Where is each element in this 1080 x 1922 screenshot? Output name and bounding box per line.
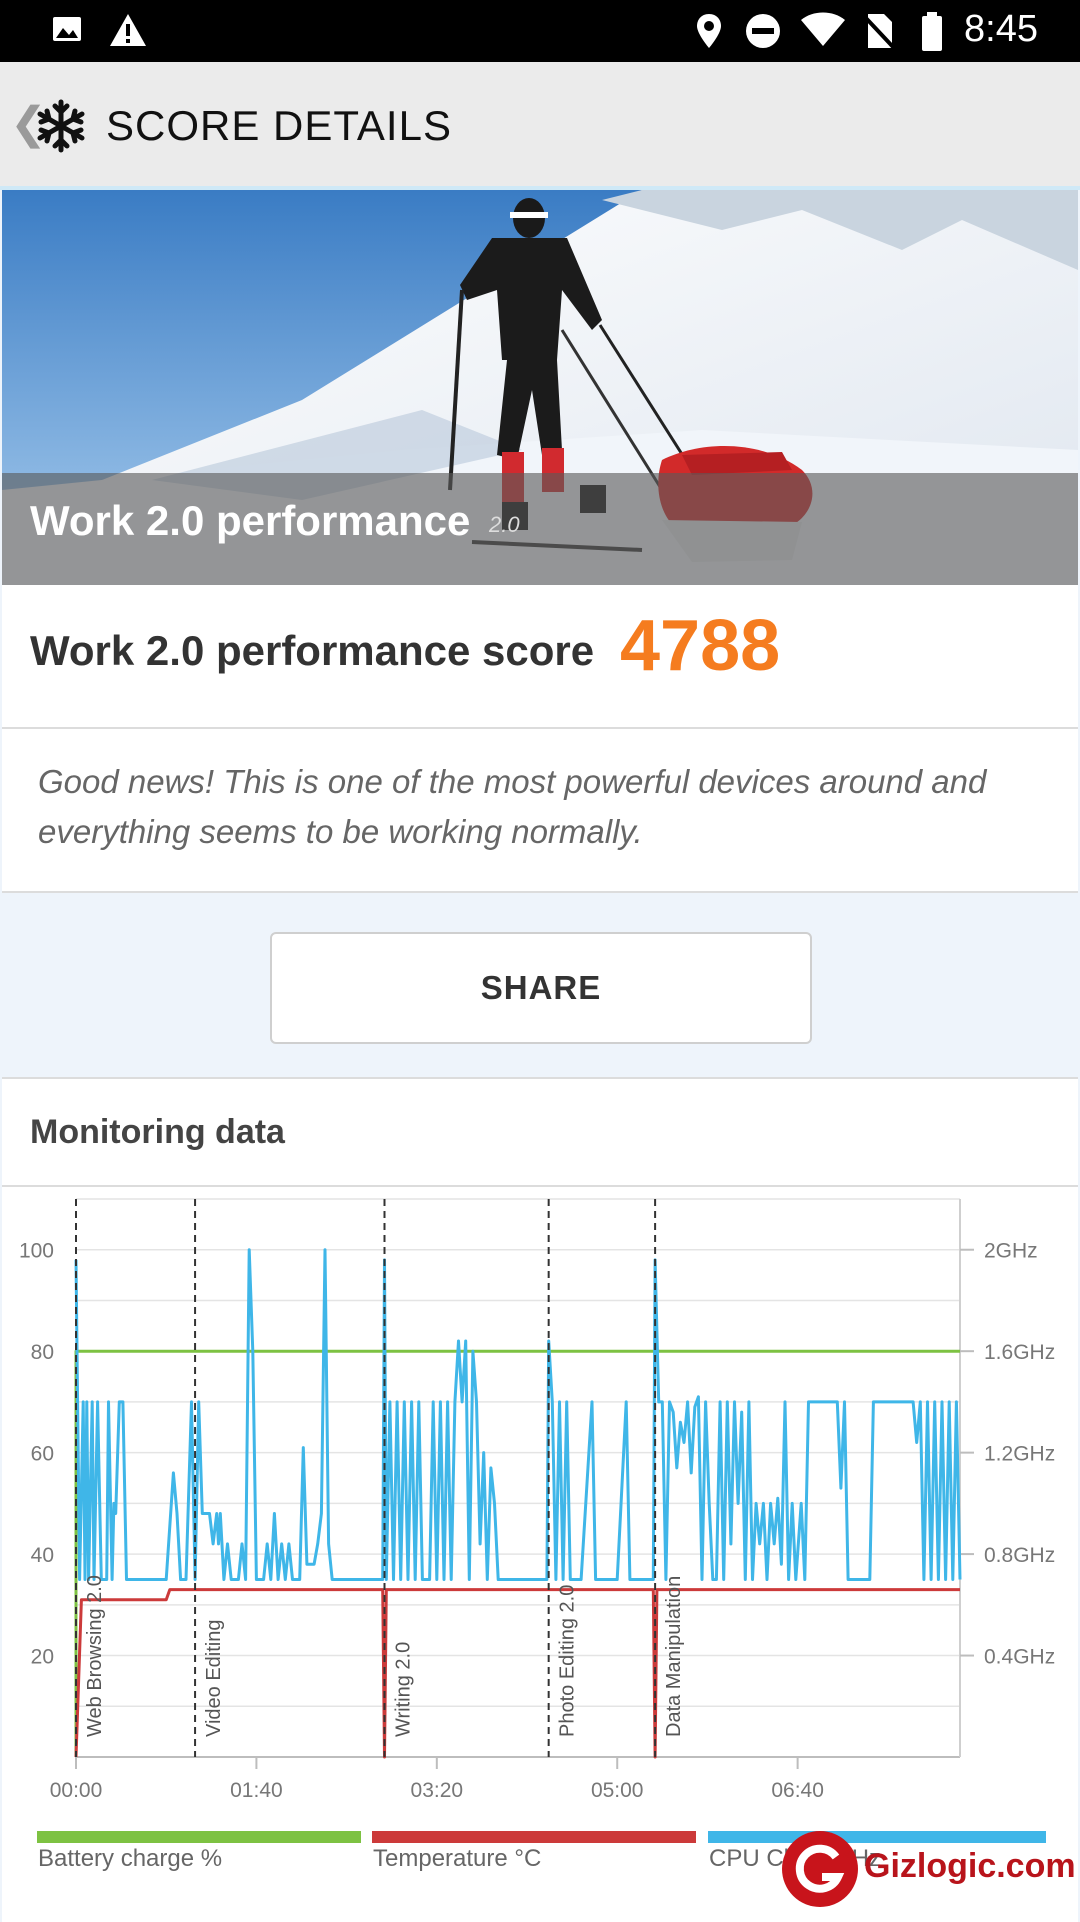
phase-marker-label: Video Editing xyxy=(203,1620,225,1738)
x-tick-label: 03:20 xyxy=(411,1779,464,1802)
legend-battery-swatch xyxy=(37,1831,361,1843)
share-button[interactable]: SHARE xyxy=(270,932,812,1044)
result-message: Good news! This is one of the most power… xyxy=(38,763,987,850)
y-left-tick-label: 60 xyxy=(31,1443,54,1466)
battery-icon xyxy=(922,12,942,51)
dnd-icon xyxy=(746,14,780,48)
watermark-logo: Gizlogic.com xyxy=(778,1825,1078,1915)
monitoring-title: Monitoring data xyxy=(30,1113,285,1151)
series-cpu-clock-ghz xyxy=(74,1248,962,1581)
monitoring-divider xyxy=(2,1185,1078,1187)
wifi-icon xyxy=(801,12,845,46)
legend-temperature-swatch xyxy=(372,1831,696,1843)
monitoring-chart: 100 80 60 40 20 2GHz 1.6GHz 1.2GHz 0.8GHz 0.4GHz 0… xyxy=(19,1198,1055,1802)
score-label: Work 2.0 performance score xyxy=(30,627,595,674)
y-left-tick-label: 100 xyxy=(19,1240,54,1263)
app-bar: ❮ SCORE DETAILS xyxy=(0,62,1080,186)
x-tick-label: 01:40 xyxy=(230,1779,283,1802)
hero-image: Work 2.0 performance 2.0 xyxy=(2,190,1078,585)
message-card: Good news! This is one of the most power… xyxy=(2,729,1078,893)
x-tick-label: 00:00 xyxy=(50,1779,103,1802)
score-card: Work 2.0 performance score 4788 xyxy=(2,585,1078,729)
legend-battery-label: Battery charge % xyxy=(38,1845,223,1872)
y-right-tick-label: 1.6GHz xyxy=(984,1341,1055,1364)
no-sim-icon xyxy=(862,14,896,50)
phase-marker-label: Web Browsing 2.0 xyxy=(84,1575,106,1737)
watermark-text: Gizlogic.com xyxy=(864,1847,1076,1885)
x-tick-label: 05:00 xyxy=(591,1779,644,1802)
hero-title: Work 2.0 performance xyxy=(30,497,471,544)
score-value: 4788 xyxy=(620,606,781,686)
y-left-tick-label: 20 xyxy=(31,1646,54,1669)
phase-marker-label: Photo Editing 2.0 xyxy=(557,1585,579,1737)
snowflake-icon xyxy=(37,99,85,153)
monitoring-card: Monitoring data 100 80 60 40 20 2GHz 1.6GHz 1.2… xyxy=(2,1077,1078,1922)
y-right-tick-label: 2GHz xyxy=(984,1240,1038,1263)
y-right-tick-label: 0.4GHz xyxy=(984,1646,1055,1669)
hero-version: 2.0 xyxy=(489,512,520,537)
status-bar: 8:45 xyxy=(0,0,1080,62)
status-time: 8:45 xyxy=(964,8,1038,50)
page-title: SCORE DETAILS xyxy=(106,102,452,149)
phase-marker-label: Writing 2.0 xyxy=(392,1642,414,1737)
y-right-tick-label: 0.8GHz xyxy=(984,1544,1055,1567)
watermark-g-icon xyxy=(782,1831,858,1907)
phase-marker-label: Data Manipulation xyxy=(663,1576,685,1737)
warning-icon xyxy=(110,14,146,46)
image-icon xyxy=(53,17,81,41)
y-right-tick-label: 1.2GHz xyxy=(984,1443,1055,1466)
y-left-tick-label: 40 xyxy=(31,1544,54,1567)
y-left-tick-label: 80 xyxy=(31,1341,54,1364)
location-icon xyxy=(697,14,721,48)
legend-temperature-label: Temperature °C xyxy=(373,1845,542,1872)
x-tick-label: 06:40 xyxy=(771,1779,824,1802)
